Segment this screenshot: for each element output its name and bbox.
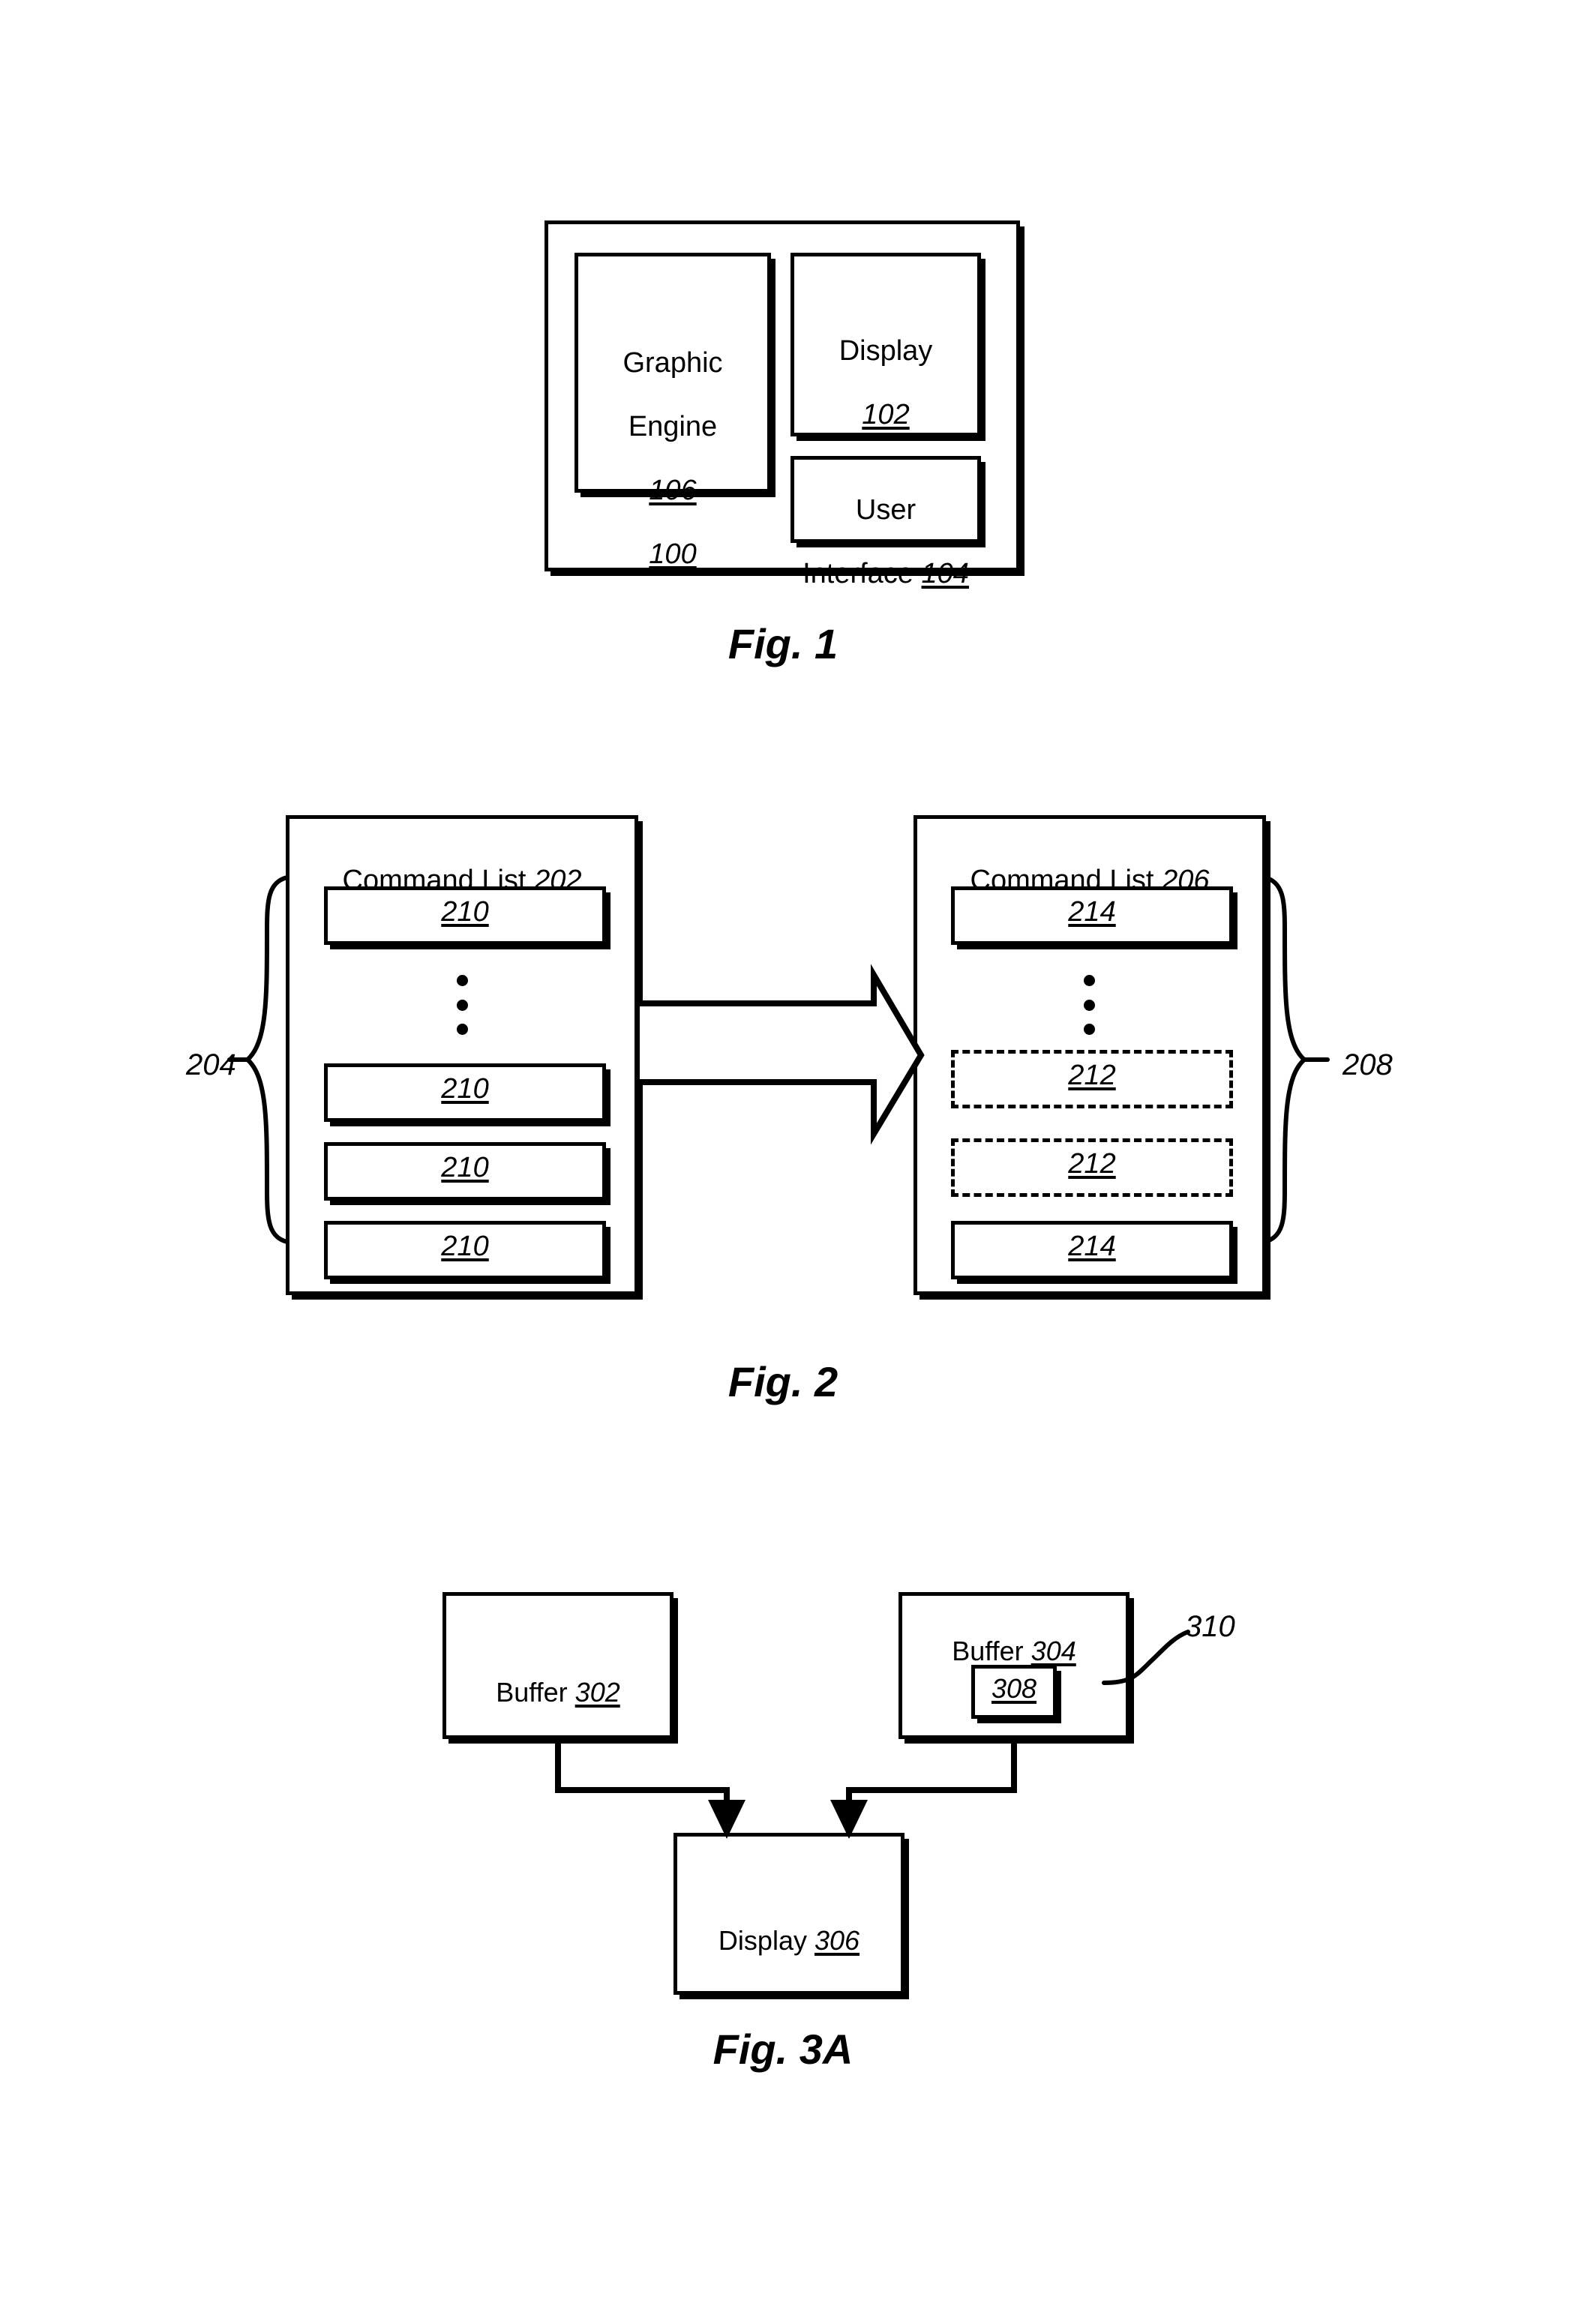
figure2-right-brace [1262,875,1308,1244]
figure2-left-item-3-ref: 210 [441,1152,489,1183]
figure3a-buffer-302-label: Buffer 302 [496,1677,620,1708]
figure2-right-item-1-ref: 214 [1068,896,1116,928]
figure3a-buffer-304-label: Buffer 304 [952,1636,1076,1667]
figure3a-display-306-ref: 306 [814,1925,860,1957]
figure2-left-brace-ref: 204 [186,1048,236,1081]
figure2-left-item-1-ref: 210 [441,896,489,928]
figure1-display-label: Display 102 [838,334,933,430]
figure2-left-item-2-ref: 210 [441,1073,489,1105]
figure3a-buffer-302-ref: 302 [574,1677,620,1708]
figure3a-leader-310-ref: 310 [1185,1610,1235,1643]
figure3a-inner-308-ref: 308 [991,1673,1037,1704]
figure2-right-item-2-ref: 212 [1068,1060,1116,1091]
figure3a-buffer-304-ref: 304 [1030,1636,1076,1667]
figure1-user-interface-label: User Interface 104 [802,493,969,589]
figure2-caption: Fig. 2 [728,1358,838,1405]
figure2-right-brace-ref: 208 [1342,1048,1393,1081]
figure3a-connector-buffer304-to-display [846,1741,1017,1822]
figure1-user-interface-ref: 104 [921,557,969,589]
figure2-left-brace [244,875,290,1244]
figure1-graphic-engine-label: Graphic Engine 106 [622,346,723,506]
figure2-transform-block-arrow [640,964,925,1145]
figure3a-display-306-label: Display 306 [718,1925,860,1957]
figure2-left-item-4-ref: 210 [441,1231,489,1262]
drawing-sheet: Graphic Engine 106 Display 102 User Inte… [0,0,1581,2324]
figure1-caption: Fig. 1 [728,620,838,667]
figure3a-caption: Fig. 3A [712,2026,854,2073]
figure2-left-ellipsis [454,975,470,1035]
figure1-display-ref: 102 [862,398,910,430]
figure2-right-item-4-ref: 214 [1068,1231,1116,1262]
figure1-system-ref: 100 [649,538,697,570]
figure1-graphic-engine-ref: 106 [649,474,697,506]
figure3a-connector-buffer302-to-display [555,1741,730,1822]
figure2-right-ellipsis [1082,975,1096,1035]
figure2-right-item-3-ref: 212 [1068,1148,1116,1180]
